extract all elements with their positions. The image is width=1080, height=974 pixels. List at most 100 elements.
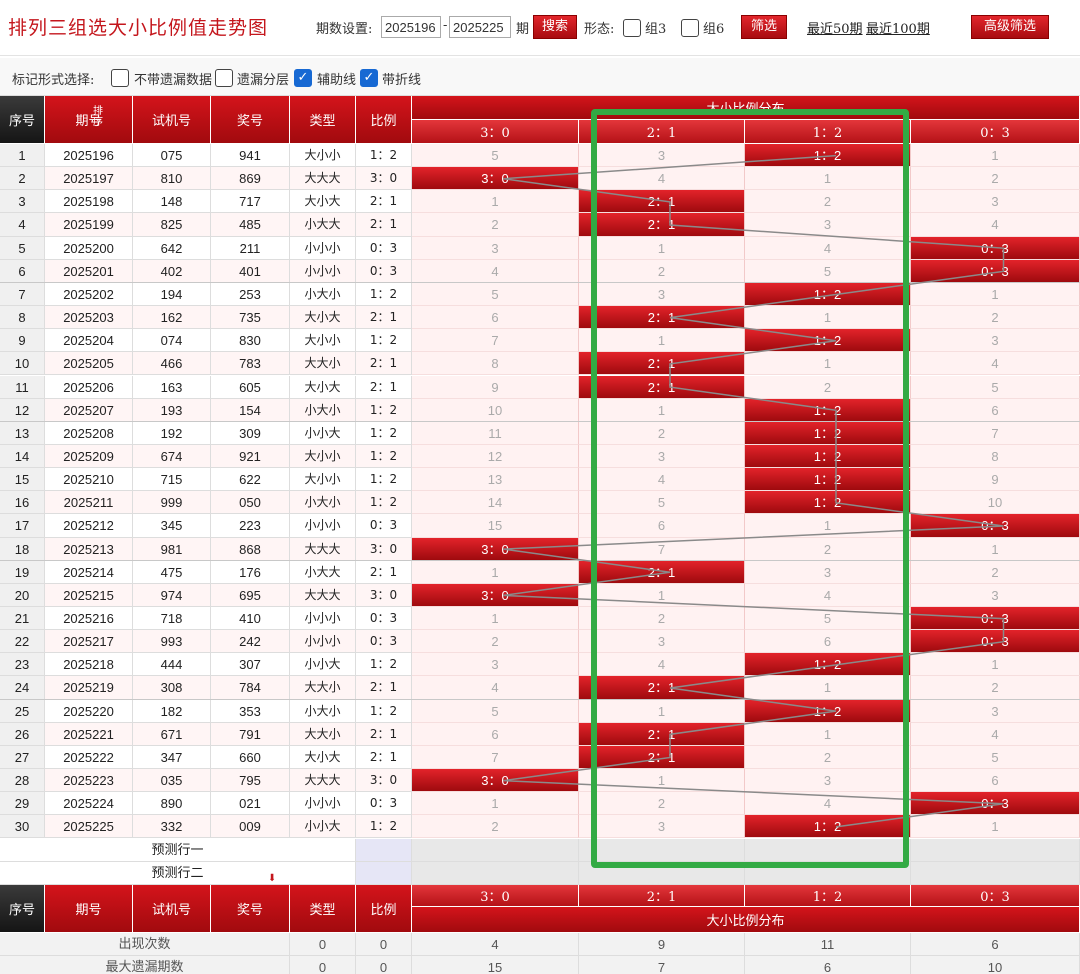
row-type: 小小小 — [290, 607, 356, 631]
stat-label: 出现次数 — [0, 932, 290, 956]
predict-cell[interactable] — [745, 861, 911, 885]
row-trial: 825 — [133, 213, 211, 237]
hit-marker: 1：2 — [745, 491, 911, 515]
search-button[interactable]: 搜索 — [533, 15, 577, 39]
filter-button[interactable]: 筛选 — [741, 15, 787, 39]
no-missing-checkbox[interactable] — [111, 69, 129, 87]
row-type: 大大小 — [290, 722, 356, 746]
predict-cell[interactable] — [579, 838, 745, 862]
footer-ratio-3: 0：3 — [911, 884, 1080, 907]
row-seq: 20 — [0, 583, 45, 607]
table-row: 21 2025216 718 410 小小小 0：3 1 2 5 0：3 — [0, 607, 1080, 631]
missing-count: 3 — [579, 282, 745, 307]
hit-marker: 3：0 — [412, 167, 579, 191]
polyline-checkbox[interactable]: ✓ — [360, 69, 378, 87]
period-label: 期数设置: — [316, 22, 373, 37]
row-trial: 192 — [133, 421, 211, 445]
predict-cell[interactable] — [579, 861, 745, 885]
table-row: 9 2025204 074 830 大小小 1：2 7 1 1：2 3 — [0, 329, 1080, 353]
stat-ratio: 0 — [356, 932, 412, 956]
row-prize: 660 — [211, 745, 290, 770]
row-type: 小大大 — [290, 213, 356, 237]
aux-line-checkbox[interactable]: ✓ — [294, 69, 312, 87]
col-header-ratio: 比例 — [356, 96, 412, 144]
missing-count: 15 — [412, 514, 579, 538]
stat-value: 7 — [579, 955, 745, 974]
row-trial: 308 — [133, 676, 211, 700]
missing-count: 9 — [412, 375, 579, 399]
predict-cell[interactable] — [412, 838, 579, 862]
missing-count: 8 — [911, 444, 1080, 469]
row-trial: 162 — [133, 306, 211, 330]
missing-count: 1 — [745, 676, 911, 700]
table-row: 2 2025197 810 869 大大大 3：0 3：0 4 1 2 — [0, 167, 1080, 191]
row-seq: 7 — [0, 282, 45, 307]
row-type: 大大大 — [290, 537, 356, 561]
missing-count: 2 — [579, 607, 745, 631]
missing-count: 1 — [745, 167, 911, 191]
period-to-input[interactable] — [449, 16, 511, 38]
row-ratio: 2：1 — [356, 745, 412, 770]
predict-input-cell[interactable] — [356, 861, 412, 885]
col-header-period[interactable]: 期号 — [45, 96, 133, 144]
missing-count: 2 — [579, 259, 745, 283]
col-header-prize: 奖号 — [211, 96, 290, 144]
footer-header-prize: 奖号 — [211, 884, 290, 933]
predict-cell[interactable] — [911, 861, 1080, 885]
hit-marker: 0：3 — [911, 630, 1080, 654]
predict-cell[interactable] — [412, 861, 579, 885]
missing-count: 3 — [911, 583, 1080, 607]
predict-cell[interactable] — [745, 838, 911, 862]
sort-button[interactable]: 排序 — [93, 106, 103, 128]
recent100-link[interactable]: 最近100期 — [866, 18, 930, 37]
col-header-ratio-0: 3：0 — [412, 120, 579, 144]
row-ratio: 1：2 — [356, 329, 412, 353]
missing-count: 4 — [579, 653, 745, 677]
row-period: 2025217 — [45, 630, 133, 654]
predict-row-label: 预测行二 — [0, 861, 356, 885]
missing-count: 7 — [412, 329, 579, 353]
row-seq: 19 — [0, 560, 45, 584]
row-type: 小大小 — [290, 699, 356, 723]
predict-cell[interactable] — [911, 838, 1080, 862]
row-prize: 021 — [211, 792, 290, 816]
stat-value: 15 — [412, 955, 579, 974]
group3-label: 组3 — [645, 22, 667, 37]
row-prize: 485 — [211, 213, 290, 237]
missing-count: 5 — [745, 607, 911, 631]
row-prize: 223 — [211, 514, 290, 538]
missing-count: 7 — [579, 537, 745, 561]
predict-input-cell[interactable] — [356, 838, 412, 862]
table-row: 17 2025212 345 223 小小小 0：3 15 6 1 0：3 — [0, 514, 1080, 538]
page-title: 排列三组选大小比例值走势图 — [8, 17, 269, 39]
row-type: 大小大 — [290, 745, 356, 770]
advanced-filter-button[interactable]: 高级筛选 — [971, 15, 1049, 39]
footer-group: 大小比例分布 — [412, 906, 1080, 933]
missing-count: 3 — [745, 213, 911, 237]
row-ratio: 2：1 — [356, 306, 412, 330]
table-row: 5 2025200 642 211 小小小 0：3 3 1 4 0：3 — [0, 236, 1080, 260]
polyline-label: 带折线 — [382, 73, 422, 88]
row-period: 2025205 — [45, 352, 133, 376]
row-period: 2025223 — [45, 769, 133, 793]
footer-header-trial: 试机号 — [133, 884, 211, 933]
missing-count: 3 — [911, 190, 1080, 214]
group3-checkbox[interactable] — [623, 19, 641, 37]
row-prize: 605 — [211, 375, 290, 399]
row-seq: 3 — [0, 190, 45, 214]
row-type: 小大小 — [290, 491, 356, 515]
recent50-link[interactable]: 最近50期 — [807, 18, 863, 37]
row-period: 2025212 — [45, 514, 133, 538]
row-seq: 12 — [0, 398, 45, 422]
group6-checkbox[interactable] — [681, 19, 699, 37]
footer-header-seq: 序号 — [0, 884, 45, 933]
missing-layer-checkbox[interactable] — [215, 69, 233, 87]
missing-count: 1 — [412, 190, 579, 214]
row-trial: 332 — [133, 815, 211, 839]
row-ratio: 2：1 — [356, 722, 412, 746]
missing-count: 2 — [412, 630, 579, 654]
row-period: 2025220 — [45, 699, 133, 723]
period-from-input[interactable] — [381, 16, 441, 38]
row-prize: 717 — [211, 190, 290, 214]
missing-count: 7 — [911, 421, 1080, 445]
